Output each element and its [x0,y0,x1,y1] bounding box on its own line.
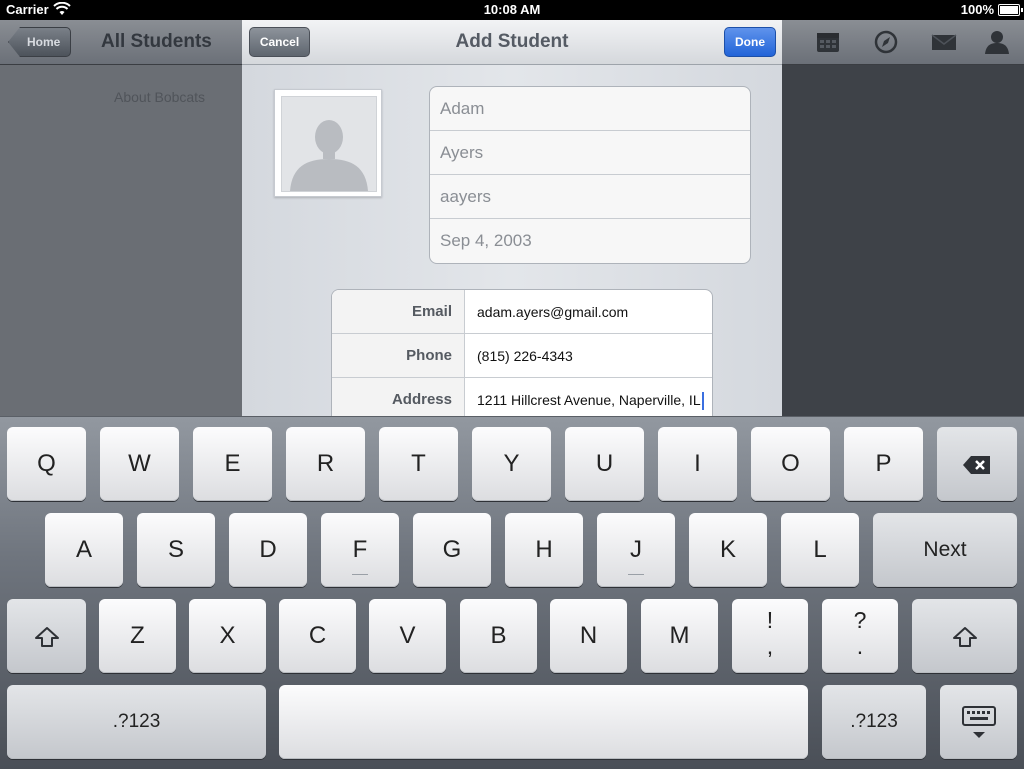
space-bar[interactable] [279,685,808,759]
key-j[interactable]: J [597,513,675,587]
birthdate-field[interactable]: Sep 4, 2003 [430,219,750,263]
key-v[interactable]: V [369,599,446,673]
text-cursor [701,392,704,411]
right-shift-key[interactable] [912,599,1017,673]
key-r[interactable]: R [286,427,365,501]
address-row: Address 1211 Hillcrest Avenue, Napervill… [332,378,712,416]
phone-field[interactable]: (815) 226-4343 [477,334,573,377]
photo-frame [281,96,377,192]
key-f[interactable]: F [321,513,399,587]
first-name-field[interactable]: Adam [430,87,750,131]
dismiss-keyboard-key[interactable] [940,685,1017,759]
status-bar: Carrier 10:08 AM 100% [0,0,1024,20]
address-label: Address [332,378,465,416]
onscreen-keyboard: Q W E R T Y U I O P A S D F G H J K L Ne… [0,416,1024,769]
key-u[interactable]: U [565,427,644,501]
key-e[interactable]: E [193,427,272,501]
modal-navigation-bar: Cancel Add Student Done [242,20,782,65]
key-c[interactable]: C [279,599,356,673]
modal-title: Add Student [455,31,569,52]
background-title: All Students [101,31,212,52]
shift-icon [34,626,59,647]
done-button[interactable]: Done [724,27,776,57]
numbers-key-left[interactable]: .?123 [7,685,266,759]
key-s[interactable]: S [137,513,215,587]
key-q[interactable]: Q [7,427,86,501]
key-a[interactable]: A [45,513,123,587]
phone-label: Phone [332,334,465,377]
key-i[interactable]: I [658,427,737,501]
clock: 10:08 AM [483,2,541,17]
key-w[interactable]: W [100,427,179,501]
key-m[interactable]: M [641,599,718,673]
key-j-label: J [630,536,642,563]
person-silhouette-icon [290,120,368,191]
key-t[interactable]: T [379,427,458,501]
battery-percent: 100% [960,2,994,17]
home-button[interactable]: Home [8,27,72,57]
last-name-field[interactable]: Ayers [430,131,750,175]
key-exclamation-comma[interactable]: !, [732,599,808,673]
username-field[interactable]: aayers [430,175,750,219]
key-n[interactable]: N [550,599,627,673]
mail-icon[interactable] [931,30,957,54]
key-punct-top: ! [766,607,774,633]
key-p[interactable]: P [844,427,923,501]
compass-icon[interactable] [873,30,899,54]
key-question-period[interactable]: ?. [822,599,898,673]
key-x[interactable]: X [189,599,266,673]
address-value: 1211 Hillcrest Avenue, Naperville, IL [477,392,701,408]
key-punct-bottom: . [856,633,864,659]
battery-icon [998,4,1023,16]
about-bobcats-link[interactable]: About Bobcats [114,89,205,105]
add-student-modal: Cancel Add Student Done Adam Ayers aayer… [242,20,782,416]
email-field[interactable]: adam.ayers@gmail.com [477,290,628,333]
student-photo-placeholder[interactable] [274,89,382,197]
email-label: Email [332,290,465,333]
key-punct-bottom: , [766,633,774,659]
keyboard-dismiss-icon [961,705,996,738]
person-icon[interactable] [984,30,1010,54]
address-field[interactable]: 1211 Hillcrest Avenue, Naperville, IL [477,378,704,416]
calendar-icon[interactable] [815,30,841,54]
key-punct-top: ? [853,607,867,633]
home-row-bump [628,574,644,575]
key-o[interactable]: O [751,427,830,501]
shift-icon [952,626,977,647]
next-key[interactable]: Next [873,513,1017,587]
key-d[interactable]: D [229,513,307,587]
key-f-label: F [352,536,368,563]
left-shift-key[interactable] [7,599,86,673]
home-row-bump [352,574,368,575]
contact-fields-group: Email adam.ayers@gmail.com Phone (815) 2… [331,289,713,416]
backspace-icon [963,455,990,474]
email-row: Email adam.ayers@gmail.com [332,290,712,334]
backspace-key[interactable] [937,427,1017,501]
modal-body: Adam Ayers aayers Sep 4, 2003 Email adam… [242,65,782,416]
key-b[interactable]: B [460,599,537,673]
key-h[interactable]: H [505,513,583,587]
key-k[interactable]: K [689,513,767,587]
key-l[interactable]: L [781,513,859,587]
name-fields-group: Adam Ayers aayers Sep 4, 2003 [429,86,751,264]
key-z[interactable]: Z [99,599,176,673]
key-g[interactable]: G [413,513,491,587]
phone-row: Phone (815) 226-4343 [332,334,712,378]
key-y[interactable]: Y [472,427,551,501]
numbers-key-right[interactable]: .?123 [822,685,926,759]
